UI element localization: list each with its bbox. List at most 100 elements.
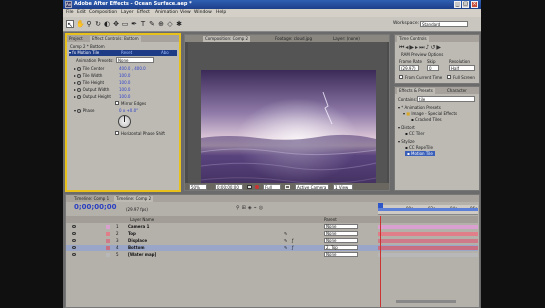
- menu-help[interactable]: Help: [216, 10, 226, 15]
- visibility-eye-icon[interactable]: [72, 253, 76, 256]
- pen-switch-icon[interactable]: ✎: [284, 238, 287, 244]
- parent-dropdown[interactable]: None: [324, 231, 358, 236]
- layer-name[interactable]: Displace: [128, 238, 147, 244]
- parent-dropdown[interactable]: 2. Top: [324, 245, 358, 250]
- menu-layer[interactable]: Layer: [121, 10, 134, 15]
- output-width-value[interactable]: 100.0: [119, 87, 130, 92]
- tab-character[interactable]: Character: [445, 88, 469, 94]
- tree-item-image-special-effects[interactable]: ▾ ■ Image - Special Effects: [403, 111, 457, 116]
- fx-switch-icon[interactable]: ƒ: [292, 238, 293, 244]
- tree-item-motion-tile[interactable]: ▪ Motion Tile: [405, 151, 435, 156]
- camera-tool-icon[interactable]: ◐: [103, 20, 111, 28]
- puppet-tool-icon[interactable]: ✱: [175, 20, 183, 28]
- menu-composition[interactable]: Composition: [89, 10, 117, 15]
- selection-tool-icon[interactable]: ↖: [66, 20, 74, 29]
- layer-name[interactable]: Bottom: [128, 245, 145, 251]
- about-link[interactable]: Abo: [161, 50, 169, 56]
- rotate-tool-icon[interactable]: ↻: [94, 20, 102, 28]
- layer-duration-bar[interactable]: [378, 239, 478, 243]
- resolution-select[interactable]: Half: [449, 65, 475, 71]
- zoom-dropdown[interactable]: 50%: [189, 184, 207, 190]
- tab-timeline-comp1[interactable]: Timeline: Comp 1: [72, 196, 111, 202]
- skip-field[interactable]: 0: [427, 65, 439, 71]
- effect-name-row[interactable]: ▾ fx Motion Tile Reset Abo: [69, 50, 177, 56]
- composition-viewer[interactable]: [188, 42, 387, 190]
- pen-switch-icon[interactable]: ✎: [284, 231, 287, 237]
- visibility-eye-icon[interactable]: [72, 246, 76, 249]
- tab-timeline-comp2[interactable]: Timeline: Comp 2: [114, 196, 154, 202]
- parent-dropdown[interactable]: None: [324, 238, 358, 243]
- menu-animation[interactable]: Animation: [155, 10, 178, 15]
- mask-tool-icon[interactable]: ▭: [121, 20, 129, 28]
- animation-presets-dropdown[interactable]: None: [116, 57, 154, 63]
- reset-link[interactable]: Reset: [121, 50, 132, 56]
- stopwatch-icon[interactable]: [77, 74, 82, 78]
- full-screen-checkbox[interactable]: [447, 75, 451, 79]
- tab-effect-controls[interactable]: Effect Controls: Bottom: [90, 36, 141, 42]
- layer-name[interactable]: [Water map]: [128, 252, 156, 258]
- zoom-tool-icon[interactable]: ⚲: [85, 20, 93, 28]
- pan-behind-tool-icon[interactable]: ✥: [112, 20, 120, 28]
- frame-rate-dropdown[interactable]: (29.97): [399, 65, 419, 71]
- workspace-dropdown[interactable]: Standard: [420, 21, 468, 27]
- tree-item-stylize[interactable]: ▾ Stylize: [398, 139, 415, 144]
- resolution-dropdown[interactable]: Full: [263, 184, 281, 190]
- motion-blur-icon[interactable]: ◎: [259, 205, 265, 211]
- stopwatch-icon[interactable]: [77, 95, 82, 99]
- timeline-zoom-slider[interactable]: [396, 300, 456, 303]
- view-layout-dropdown[interactable]: 1 View: [333, 184, 353, 190]
- ram-preview-options[interactable]: RAM Preview Options: [401, 52, 443, 57]
- tree-item-cc-tiler[interactable]: ▪ CC Tiler: [405, 131, 425, 136]
- layer-row-3[interactable]: 3 Displace ✎ ƒ None: [66, 238, 478, 244]
- brush-tool-icon[interactable]: ✎: [148, 20, 156, 28]
- param-output-height[interactable]: ▸ Output Height: [74, 94, 111, 99]
- tab-time-controls[interactable]: Time Controls: [397, 36, 429, 42]
- layer-row-1[interactable]: 1 Camera 1 None: [66, 224, 478, 230]
- hand-tool-icon[interactable]: ✋: [76, 20, 85, 28]
- pen-switch-icon[interactable]: ✎: [284, 245, 287, 251]
- layer-row-2[interactable]: 2 Top ✎ None: [66, 231, 478, 237]
- phase-value[interactable]: 0 x +0.0°: [119, 108, 138, 113]
- tree-item-cracked-tiles[interactable]: ▪ Cracked Tiles: [411, 117, 442, 122]
- current-time-indicator[interactable]: [378, 203, 383, 208]
- tree-item-cc-repetile[interactable]: ▪ CC RepeTile: [405, 145, 433, 150]
- layer-duration-bar[interactable]: [378, 246, 478, 250]
- pen-tool-icon[interactable]: ✒: [130, 20, 138, 28]
- stopwatch-icon[interactable]: [77, 109, 82, 113]
- tab-effects-presets[interactable]: Effects & Presets: [397, 88, 435, 94]
- layer-row-4[interactable]: 4 Bottom ✎ ƒ 2. Top: [66, 245, 478, 251]
- param-tile-center[interactable]: ▸ Tile Center: [74, 66, 104, 71]
- param-phase[interactable]: ▾ Phase: [74, 108, 95, 113]
- timeline-timecode[interactable]: 0;00;00;00: [74, 203, 117, 211]
- tab-project[interactable]: Project: [67, 36, 85, 42]
- output-height-value[interactable]: 100.0: [119, 94, 130, 99]
- layer-row-5[interactable]: 5 [Water map] None: [66, 252, 478, 258]
- maximize-button[interactable]: □: [462, 1, 469, 8]
- close-button[interactable]: ×: [471, 1, 478, 8]
- parent-dropdown[interactable]: None: [324, 252, 358, 257]
- menu-file[interactable]: File: [66, 10, 74, 15]
- work-area-bar[interactable]: [378, 208, 478, 211]
- stopwatch-icon[interactable]: [77, 67, 82, 71]
- text-tool-icon[interactable]: T: [139, 20, 147, 28]
- parent-dropdown[interactable]: None: [324, 224, 358, 229]
- color-channel-icon[interactable]: [255, 185, 259, 189]
- menu-effect[interactable]: Effect: [137, 10, 150, 15]
- layer-name[interactable]: Top: [128, 231, 136, 237]
- visibility-eye-icon[interactable]: [72, 225, 76, 228]
- timecode-field[interactable]: 0;00;00;00: [215, 184, 243, 190]
- from-current-checkbox[interactable]: [399, 75, 403, 79]
- tree-item-animation-presets[interactable]: ▾ * Animation Presets: [398, 105, 441, 110]
- menu-window[interactable]: Window: [194, 10, 212, 15]
- tile-height-value[interactable]: 100.0: [119, 80, 130, 85]
- tile-width-value[interactable]: 100.0: [119, 73, 130, 78]
- param-output-width[interactable]: ▸ Output Width: [74, 87, 109, 92]
- camera-snapshot-icon[interactable]: [247, 185, 252, 189]
- stopwatch-icon[interactable]: [77, 81, 82, 85]
- menu-edit[interactable]: Edit: [77, 10, 86, 15]
- stopwatch-icon[interactable]: [77, 88, 82, 92]
- minimize-button[interactable]: _: [454, 1, 461, 8]
- clone-tool-icon[interactable]: ⊕: [157, 20, 165, 28]
- visibility-eye-icon[interactable]: [72, 232, 76, 235]
- eraser-tool-icon[interactable]: ◇: [166, 20, 174, 28]
